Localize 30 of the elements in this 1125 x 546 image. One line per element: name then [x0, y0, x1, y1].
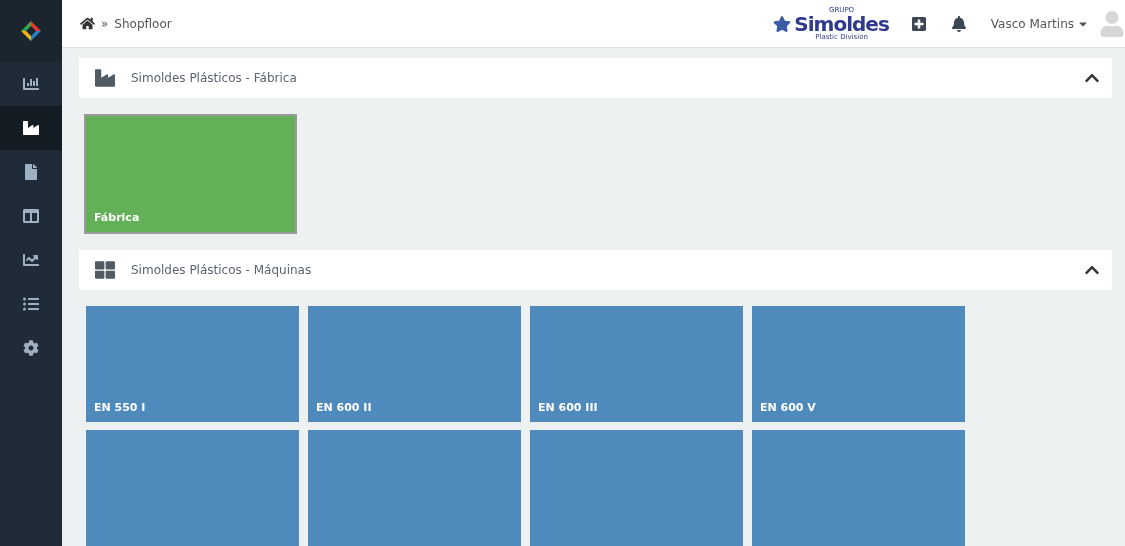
star-icon: [773, 14, 792, 33]
columns-icon: [23, 208, 39, 224]
app-logo: [20, 20, 42, 42]
section-title: Simoldes Plásticos - Fábrica: [131, 71, 298, 85]
user-menu[interactable]: Vasco Martins: [990, 16, 1089, 31]
tile[interactable]: [752, 430, 965, 546]
sidebar-item[interactable]: [0, 106, 62, 150]
tile[interactable]: [86, 430, 299, 546]
bar-chart-icon: [23, 76, 39, 92]
grid-icon: [95, 260, 115, 280]
breadcrumb-current: Shopfloor: [114, 16, 172, 31]
tile[interactable]: EN 600 III: [530, 306, 743, 422]
tile[interactable]: Fábrica: [84, 114, 297, 234]
notifications-button[interactable]: [950, 15, 967, 32]
settings-icon: [23, 340, 39, 356]
tile[interactable]: [530, 430, 743, 546]
section-title: Simoldes Plásticos - Máquinas: [131, 263, 313, 277]
breadcrumb-separator: »: [101, 16, 109, 31]
add-button[interactable]: [910, 15, 927, 32]
home-icon[interactable]: [80, 16, 95, 31]
tile[interactable]: EN 550 I: [86, 306, 299, 422]
tile[interactable]: [308, 430, 521, 546]
factory-icon: [23, 120, 39, 136]
factory-icon: [95, 68, 115, 88]
logo-name: Simoldes: [794, 13, 889, 34]
file-icon: [23, 164, 39, 180]
line-chart-icon: [23, 252, 39, 268]
list-icon: [23, 296, 39, 312]
tile[interactable]: EN 600 II: [308, 306, 521, 422]
tile[interactable]: EN 600 V: [752, 306, 965, 422]
